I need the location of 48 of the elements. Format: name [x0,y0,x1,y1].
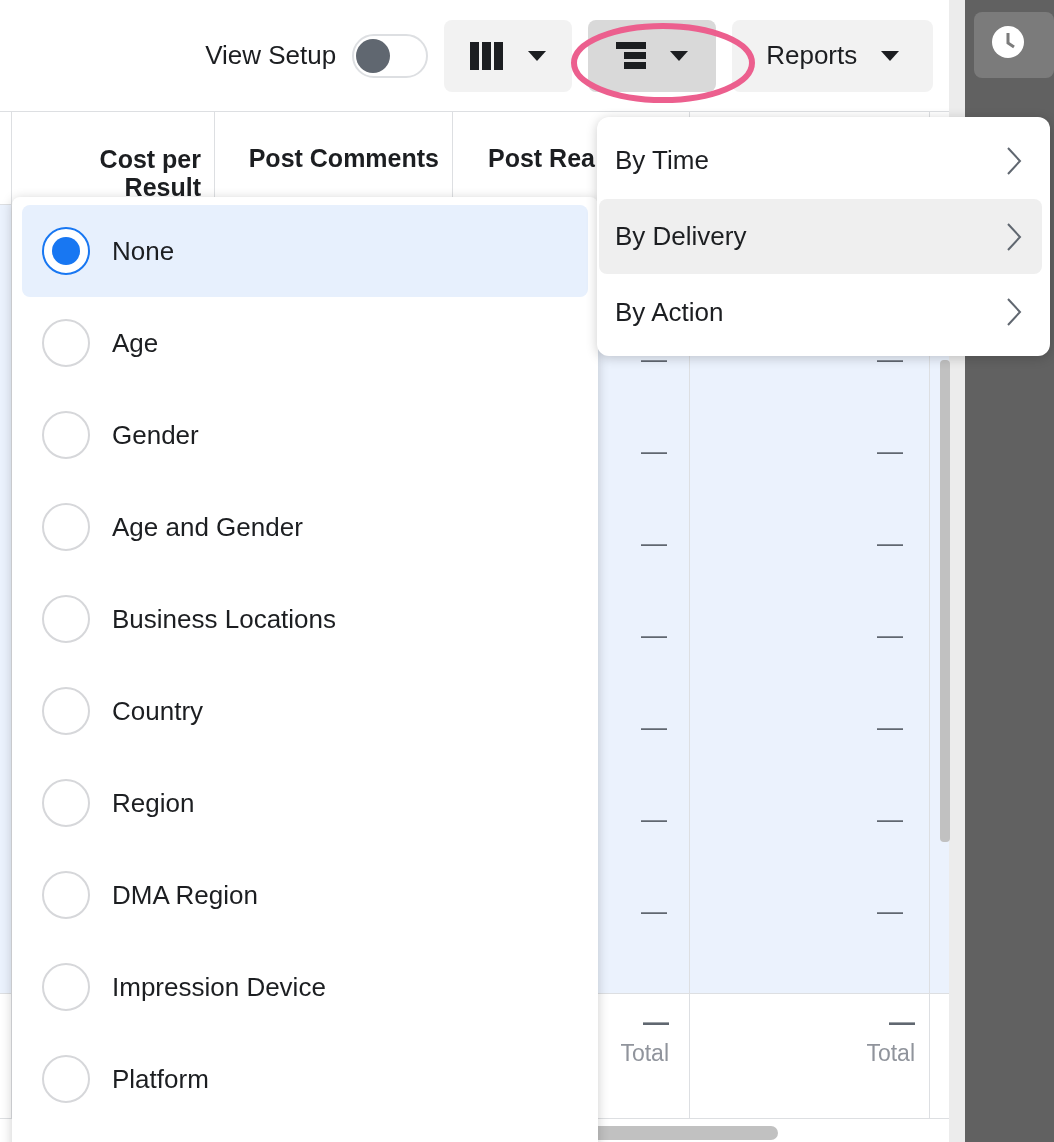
view-setup-toggle[interactable] [352,33,429,78]
breakdown-menu-item[interactable]: By Time [599,123,1042,199]
breakdown-option[interactable]: Region [22,757,588,849]
table-cell: — [641,437,667,465]
table-cell: — [877,805,903,833]
table-cell: — [641,621,667,649]
table-cell: — [877,897,903,925]
breakdown-dropdown[interactable] [588,19,717,92]
total-label: Total [866,1039,915,1068]
table-cell: — [641,805,667,833]
caret-icon [670,50,689,61]
breakdown-option[interactable]: Impression Device [22,941,588,1033]
chevron-right-icon [1006,221,1022,252]
caret-icon [528,50,547,61]
breakdown-option[interactable]: None [22,205,588,297]
radio-button[interactable] [42,227,90,275]
vertical-scrollbar[interactable] [940,360,950,842]
chevron-right-icon [1006,297,1022,328]
history-button[interactable] [974,12,1054,78]
columns-icon [470,41,505,70]
clock-icon [992,26,1024,58]
table-cell: — [641,529,667,557]
chevron-right-icon [1006,145,1022,176]
breakdown-option[interactable]: Age and Gender [22,481,588,573]
column-header: Post Rea [488,144,595,172]
breakdown-option[interactable]: Platform [22,1033,588,1125]
caret-icon [881,50,900,61]
total-label: Total [620,1039,669,1068]
breakdown-option[interactable]: Country [22,665,588,757]
view-setup-label: View Setup [205,39,337,72]
columns-dropdown[interactable] [444,19,573,92]
table-cell: — [877,621,903,649]
column-header: Cost per Result [98,145,201,201]
total-value: — [889,1006,915,1038]
breakdown-option[interactable]: Gender [22,389,588,481]
breakdown-option[interactable]: DMA Region [22,849,588,941]
table-cell: — [877,437,903,465]
reports-dropdown[interactable]: Reports [732,19,934,92]
table-cell: — [641,713,667,741]
column-header: Post Comments [248,144,439,172]
breakdown-option[interactable]: Age [22,297,588,389]
breakdown-icon [616,41,647,70]
breakdown-menu-item[interactable]: By Delivery [599,198,1042,275]
table-cell: — [877,529,903,557]
table-cell: — [641,897,667,925]
total-value: — [643,1006,669,1038]
table-cell: — [877,713,903,741]
breakdown-option[interactable]: Business Locations [22,573,588,665]
